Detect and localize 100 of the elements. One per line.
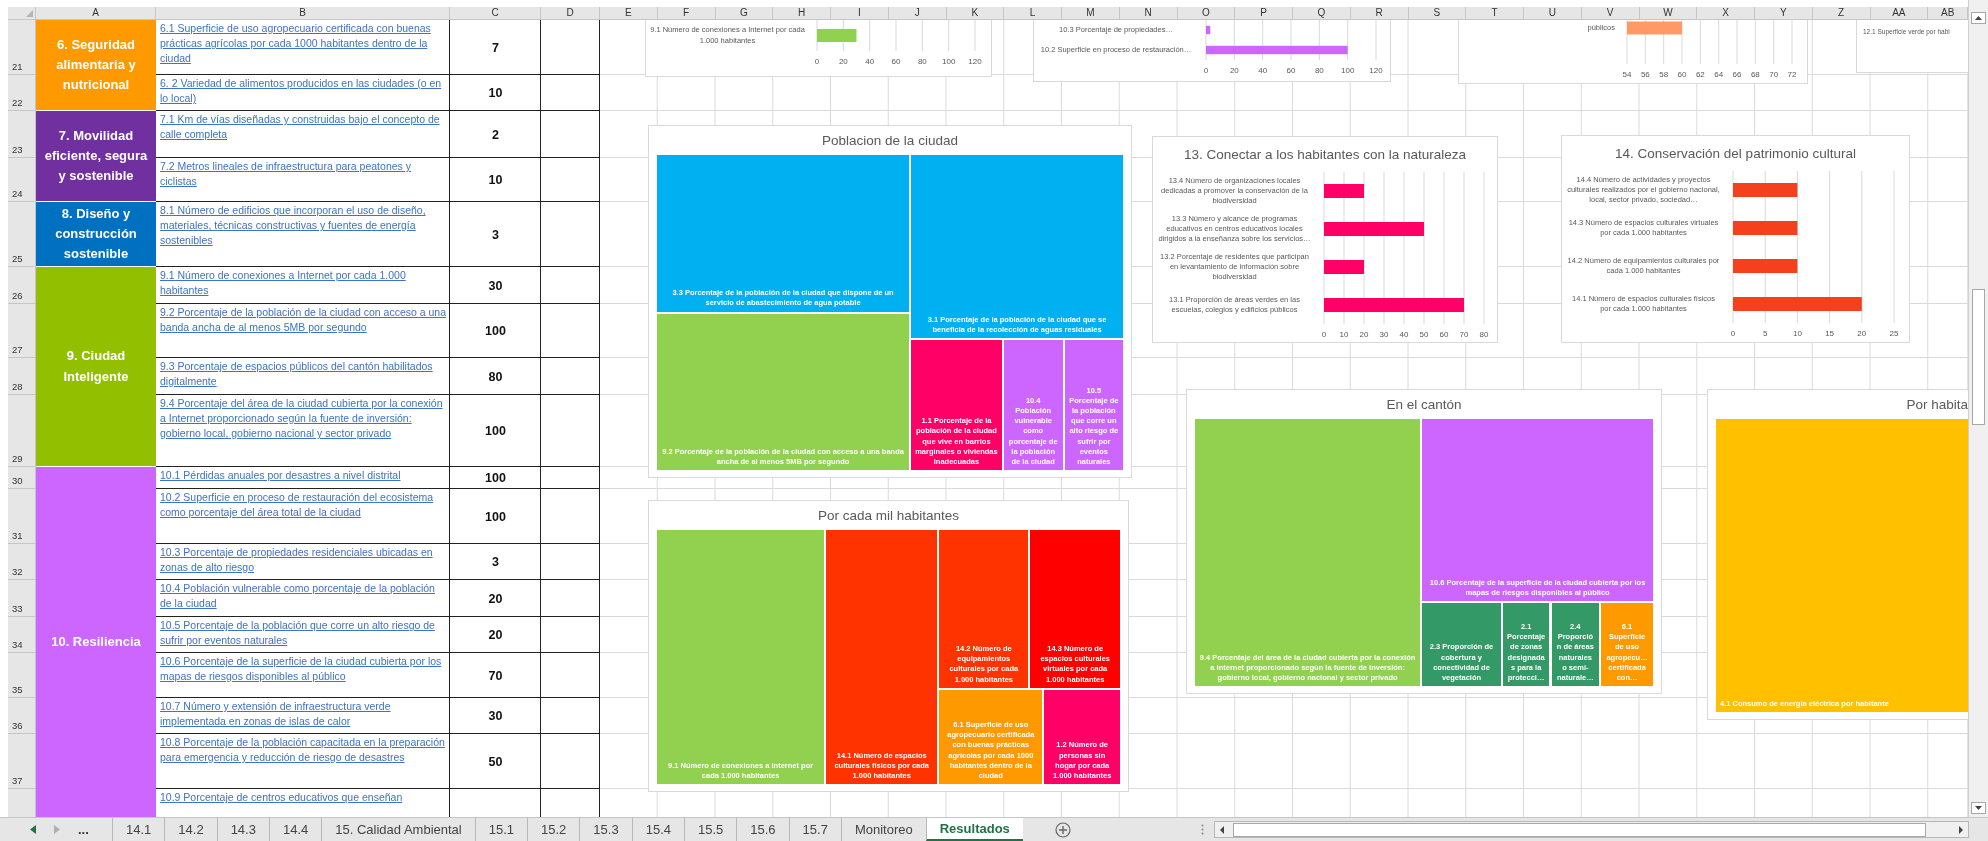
column-header[interactable]: S <box>1408 7 1467 20</box>
indicator-link[interactable]: 6. 2 Variedad de alimentos producidos en las ciudades (o en lo local) <box>160 76 447 106</box>
axis-tick-label: 60 <box>1439 330 1449 339</box>
indicator-link[interactable]: 9.2 Porcentaje de la población de la ciudad con acceso a una banda ancha de al menos 5MB por segundo <box>160 305 447 335</box>
horizontal-scrollbar[interactable] <box>1214 821 1969 838</box>
column-header[interactable]: L <box>1004 7 1062 20</box>
row-header[interactable]: 37 <box>8 734 36 789</box>
axis-tick-label: 40 <box>865 57 875 66</box>
scroll-thumb[interactable] <box>1972 289 1985 425</box>
row-header[interactable]: 33 <box>8 580 36 617</box>
sheet-tab[interactable]: 15. Calidad Ambiental <box>321 818 475 841</box>
indicator-link[interactable]: 10.2 Superficie en proceso de restauración del ecosistema como porcentaje del área total de la ciudad <box>160 490 447 520</box>
column-header[interactable]: X <box>1697 7 1755 20</box>
sheet-tab[interactable]: Resultados <box>925 818 1023 841</box>
indicator-link[interactable]: 9.1 Número de conexiones a Internet por cada 1.000 habitantes <box>160 268 447 298</box>
row-header[interactable]: 32 <box>8 544 36 580</box>
category-cell: 7. Movilidad eficiente, segura y sostenible <box>36 111 156 202</box>
row-header[interactable]: 22 <box>8 75 36 111</box>
indicator-link[interactable]: 7.2 Metros lineales de infraestructura para peatones y ciclistas <box>160 159 447 189</box>
sheet-tab[interactable]: 15.6 <box>736 818 789 841</box>
sheet-tab[interactable]: Monitoreo <box>840 818 926 841</box>
indicator-link[interactable]: 10.1 Pérdidas anuales por desastres a nivel distrital <box>160 468 447 483</box>
column-header[interactable]: G <box>715 7 774 20</box>
indicator-link[interactable]: 10.3 Porcentaje de propiedades residenciales ubicadas en zonas de alto riesgo <box>160 545 447 575</box>
axis-tick-label: 62 <box>1695 70 1705 79</box>
sheet-tab[interactable]: 15.7 <box>788 818 841 841</box>
indicator-link[interactable]: 10.7 Número y extensión de infraestructura verde implementada en zonas de islas de calor <box>160 699 447 729</box>
value-text: 10 <box>488 86 503 100</box>
value-text: 20 <box>488 628 503 642</box>
sheet-tab[interactable]: 14.2 <box>164 818 217 841</box>
add-sheet-icon[interactable] <box>1054 821 1071 838</box>
row-header[interactable]: 30 <box>8 467 36 489</box>
indicator-link[interactable]: 8.1 Número de edificios que incorporan el uso de diseño, materiales, técnicas constructivas y fuentes de energía sostenibles <box>160 203 447 248</box>
sheet-tab[interactable]: 15.4 <box>631 818 684 841</box>
column-header[interactable]: C <box>450 7 541 20</box>
row-header[interactable]: 35 <box>8 653 36 698</box>
row-header[interactable]: 24 <box>8 158 36 202</box>
row-header[interactable]: 36 <box>8 698 36 734</box>
sheet-tab[interactable]: 15.2 <box>527 818 580 841</box>
indicator-link[interactable]: 9.3 Porcentaje de espacios públicos del cantón habilitados digitalmente <box>160 359 447 389</box>
column-header[interactable]: AA <box>1870 7 1929 20</box>
column-header[interactable]: H <box>773 7 831 20</box>
column-header[interactable]: V <box>1581 7 1640 20</box>
sheet-tab[interactable]: 14.3 <box>216 818 269 841</box>
column-header[interactable]: A <box>36 7 156 20</box>
row-header[interactable]: 25 <box>8 202 36 267</box>
indicator-link[interactable]: 6.1 Superficie de uso agropecuario certificada con buenas prácticas agrícolas por cada 1000 habitantes dentro de la ciudad <box>160 21 447 66</box>
row-header[interactable]: 28 <box>8 358 36 395</box>
column-header[interactable]: J <box>888 7 947 20</box>
column-header[interactable]: K <box>946 7 1005 20</box>
column-header[interactable]: P <box>1235 7 1293 20</box>
column-header[interactable]: AB <box>1928 7 1968 20</box>
row-header[interactable]: 27 <box>8 304 36 358</box>
sheet-tab[interactable]: 15.5 <box>684 818 737 841</box>
indicator-link[interactable]: 9.4 Porcentaje del área de la ciudad cubierta por la conexión a Internet proporcionado según la fuente de inversión: gobierno local, gobierno nacional y sector privado <box>160 396 447 441</box>
indicator-link[interactable]: 10.4 Población vulnerable como porcentaje de la población de la ciudad <box>160 581 447 611</box>
column-header[interactable]: E <box>600 7 658 20</box>
column-header[interactable]: Q <box>1293 7 1351 20</box>
column-header[interactable]: I <box>831 7 889 20</box>
next-sheet-icon[interactable] <box>54 825 60 834</box>
column-header[interactable]: W <box>1639 7 1698 20</box>
row-header[interactable]: 23 <box>8 111 36 158</box>
sheet-tab[interactable]: 15.3 <box>579 818 632 841</box>
axis-tick-label: 70 <box>1459 330 1469 339</box>
column-header[interactable]: O <box>1177 7 1236 20</box>
row-header[interactable]: 26 <box>8 267 36 304</box>
sheet-tab[interactable]: 14.4 <box>268 818 322 841</box>
column-header[interactable]: F <box>657 7 716 20</box>
value-text: 30 <box>488 709 503 723</box>
indicator-link[interactable]: 10.9 Porcentaje de centros educativos que enseñan <box>160 790 447 805</box>
indicator-link[interactable]: 10.5 Porcentaje de la población que corre un alto riesgo de sufrir por eventos naturales <box>160 618 447 648</box>
sheet-tab[interactable]: 15.1 <box>474 818 528 841</box>
previous-sheet-icon[interactable] <box>30 825 36 834</box>
column-header[interactable]: U <box>1524 7 1582 20</box>
select-all-icon[interactable] <box>26 10 33 17</box>
column-header[interactable]: T <box>1466 7 1524 20</box>
indicator-link[interactable]: 10.6 Porcentaje de la superficie de la ciudad cubierta por los mapas de riesgos disponibles al público <box>160 654 447 684</box>
row-header[interactable]: 31 <box>8 489 36 544</box>
row-header[interactable]: 34 <box>8 617 36 653</box>
vertical-scrollbar[interactable] <box>1968 0 1988 817</box>
column-header[interactable]: Y <box>1755 7 1813 20</box>
axis-tick-label: 5 <box>1762 329 1768 338</box>
row-header[interactable]: 21 <box>8 20 36 75</box>
scroll-thumb[interactable] <box>1233 822 1926 837</box>
column-header[interactable]: D <box>541 7 600 20</box>
column-header[interactable]: M <box>1062 7 1120 20</box>
axis-tick-label: 56 <box>1640 70 1650 79</box>
column-header[interactable]: Z <box>1812 7 1871 20</box>
column-header[interactable]: B <box>156 7 450 20</box>
scroll-down-icon[interactable] <box>1971 802 1986 814</box>
sheet-tab[interactable]: 14.1 <box>112 818 165 841</box>
more-sheets[interactable]: ... <box>78 822 89 837</box>
column-header[interactable]: R <box>1350 7 1409 20</box>
indicator-link[interactable]: 7.1 Km de vías diseñadas y construidas bajo el concepto de calle completa <box>160 112 447 142</box>
row-header[interactable]: 29 <box>8 395 36 467</box>
column-header[interactable]: N <box>1119 7 1178 20</box>
splitter-handle-icon[interactable] <box>1201 824 1204 835</box>
value-text: 3 <box>492 227 499 242</box>
scroll-up-icon[interactable] <box>1971 12 1986 24</box>
indicator-link[interactable]: 10.8 Porcentaje de la población capacitada en la preparación para emergencia y reducción de riesgo de desastres <box>160 735 447 765</box>
